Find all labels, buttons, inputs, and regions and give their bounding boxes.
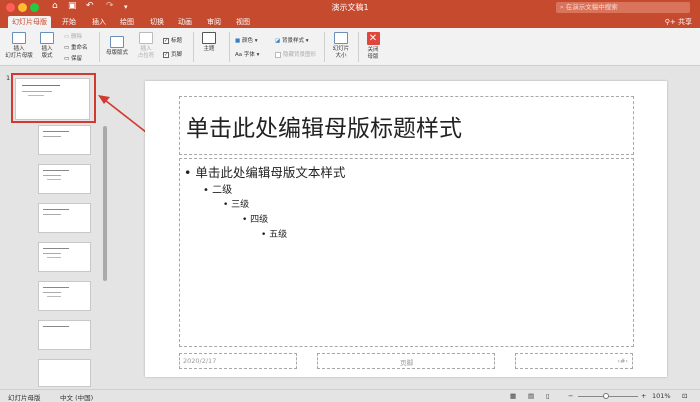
slide-title: 单击此处编辑母版标题样式 — [186, 109, 462, 143]
bullet-icon: • — [261, 230, 269, 240]
bullet-icon: • — [184, 165, 195, 180]
footer-placeholder[interactable]: 页脚 — [317, 353, 495, 369]
bullet-level-3: • 三级 — [223, 197, 249, 210]
zoom-in-icon[interactable]: + — [641, 392, 646, 400]
reading-view-icon[interactable]: ▯ — [546, 392, 550, 400]
bullet-text: 二级 — [212, 185, 232, 196]
footer-date: 2020/2/17 — [183, 357, 216, 365]
title-placeholder[interactable]: 单击此处编辑母版标题样式 — [179, 96, 634, 155]
bullet-icon: • — [242, 215, 250, 225]
language[interactable]: 中文 (中国) — [60, 392, 93, 402]
bullet-text: 单击此处编辑母版文本样式 — [195, 165, 345, 180]
zoom-level[interactable]: 101% — [652, 392, 671, 400]
slide-canvas[interactable]: 单击此处编辑母版标题样式 • 单击此处编辑母版文本样式 • 二级 • 三级 • … — [145, 81, 667, 377]
view-name: 幻灯片母版 — [8, 392, 41, 402]
normal-view-icon[interactable]: ▦ — [510, 392, 516, 400]
status-bar: 幻灯片母版 中文 (中国) ▦ ▤ ▯ − + 101% ⊡ — [0, 389, 700, 402]
footer-text: 页脚 — [400, 357, 413, 367]
footer-slide-number: ‹#› — [617, 357, 628, 365]
bullet-icon: • — [223, 200, 231, 210]
sorter-view-icon[interactable]: ▤ — [528, 392, 534, 400]
bullet-level-1: • 单击此处编辑母版文本样式 — [184, 162, 345, 181]
bullet-icon: • — [203, 185, 212, 196]
bullet-level-2: • 二级 — [203, 181, 232, 196]
bullet-level-5: • 五级 — [261, 227, 287, 240]
date-placeholder[interactable]: 2020/2/17 — [179, 353, 297, 369]
bullet-level-4: • 四级 — [242, 212, 268, 225]
body-placeholder[interactable]: • 单击此处编辑母版文本样式 • 二级 • 三级 • 四级 • 五级 — [179, 158, 634, 347]
zoom-out-icon[interactable]: − — [568, 392, 573, 400]
bullet-text: 四级 — [250, 215, 268, 225]
bullet-text: 三级 — [231, 200, 249, 210]
fit-to-window-icon[interactable]: ⊡ — [682, 392, 687, 400]
bullet-text: 五级 — [269, 230, 287, 240]
slide-number-placeholder[interactable]: ‹#› — [515, 353, 633, 369]
zoom-slider-handle[interactable] — [603, 393, 609, 399]
